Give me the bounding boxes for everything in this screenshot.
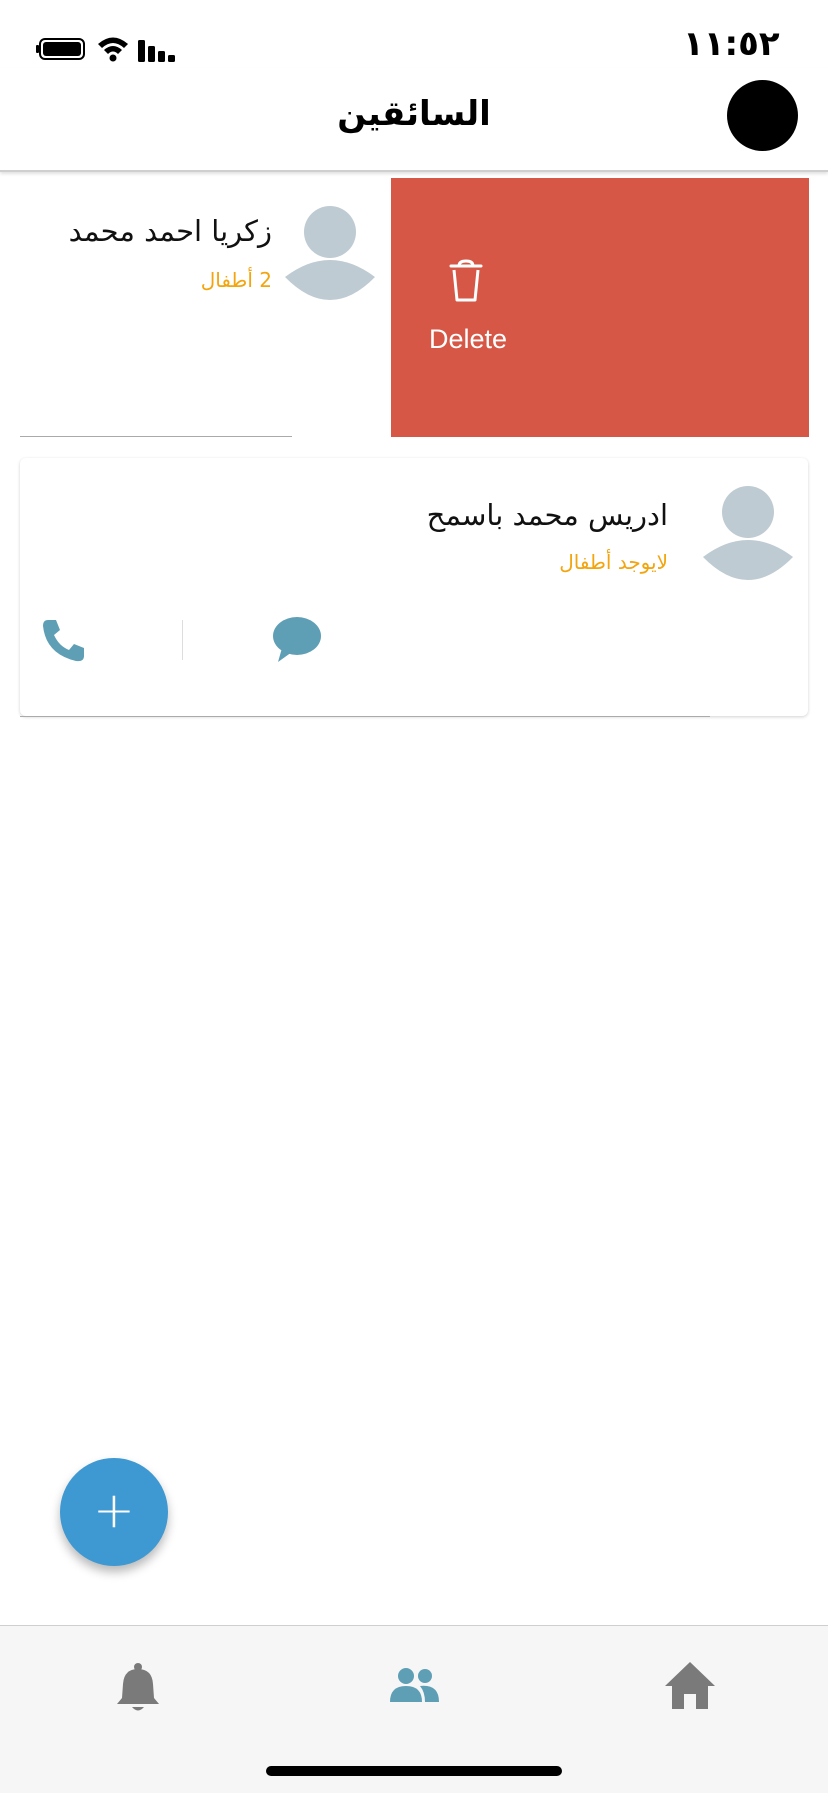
- page-title: السائقين: [337, 94, 491, 134]
- delete-label: Delete: [428, 324, 508, 354]
- trash-icon: [449, 259, 483, 302]
- chat-icon[interactable]: [272, 616, 322, 664]
- home-icon[interactable]: [664, 1660, 716, 1710]
- avatar-icon: [285, 206, 375, 300]
- driver-name: زكريا احمد محمد: [68, 214, 272, 248]
- driver-children-count: لايوجد أطفال: [559, 550, 668, 574]
- driver-name: ادريس محمد باسمح: [426, 498, 668, 532]
- add-driver-button[interactable]: +: [60, 1458, 168, 1566]
- row-divider: [20, 716, 710, 717]
- action-separator: [182, 620, 183, 660]
- avatar-icon: [703, 486, 793, 580]
- profile-avatar[interactable]: [727, 80, 798, 151]
- plus-icon: +: [93, 1481, 135, 1539]
- home-indicator: [266, 1766, 562, 1776]
- users-icon[interactable]: [387, 1666, 441, 1704]
- status-time: ١١:٥٢: [683, 24, 780, 64]
- phone-icon[interactable]: [40, 616, 88, 664]
- row-divider: [20, 436, 292, 437]
- signal-icon: [138, 40, 175, 62]
- app-header: السائقين: [0, 68, 828, 172]
- battery-icon: [36, 38, 85, 60]
- driver-row[interactable]: زكريا احمد محمد 2 أطفال: [20, 178, 391, 436]
- bell-icon[interactable]: [114, 1662, 162, 1714]
- wifi-icon: [98, 37, 128, 62]
- driver-card[interactable]: ادريس محمد باسمح لايوجد أطفال: [20, 458, 808, 716]
- driver-children-count: 2 أطفال: [200, 268, 272, 292]
- delete-button[interactable]: Delete: [391, 178, 809, 437]
